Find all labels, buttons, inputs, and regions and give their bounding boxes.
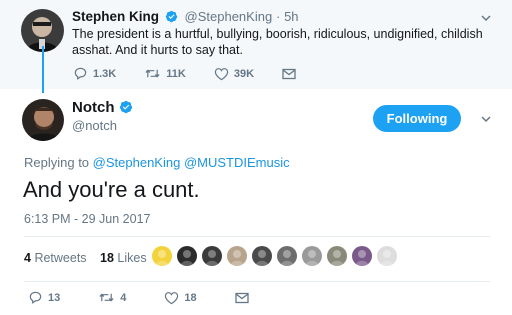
liker-avatar[interactable] (277, 246, 297, 266)
heart-icon (165, 291, 179, 304)
retweets-stat-label: Retweets (34, 251, 87, 265)
envelope-icon (234, 292, 249, 303)
like-count: 39K (233, 67, 255, 80)
liker-avatar[interactable] (177, 246, 197, 266)
liker-avatar[interactable] (227, 246, 247, 266)
reply-icon (74, 67, 87, 80)
likes-stat[interactable]: 18 Likes (100, 251, 147, 265)
mention-link-mustdiemusic[interactable]: @MUSTDIEmusic (184, 155, 290, 170)
author-handle[interactable]: @StephenKing (185, 9, 273, 24)
reply-count: 13 (48, 291, 61, 304)
retweet-icon (145, 69, 160, 78)
likes-stat-count: 18 (100, 251, 114, 265)
retweet-count: 4 (120, 291, 127, 304)
direct-message-button[interactable] (234, 292, 249, 304)
main-author-name-text[interactable]: Notch (72, 99, 115, 116)
heart-icon (214, 67, 229, 80)
retweet-button[interactable]: 11K (144, 66, 186, 81)
liker-avatar[interactable] (377, 246, 397, 266)
mention-link-stephenking[interactable]: @StephenKing (93, 155, 181, 170)
likers-avatar-row (152, 246, 402, 266)
retweet-count: 11K (166, 67, 186, 80)
parent-tweet-actions: 1.3K 11K 39K (73, 66, 324, 81)
retweet-icon (99, 293, 114, 302)
retweet-button[interactable]: 4 (98, 290, 126, 305)
like-button[interactable]: 18 (164, 291, 197, 305)
retweets-stat-count: 4 (24, 251, 31, 265)
notch-avatar[interactable] (22, 99, 64, 141)
parent-tweet-header: Stephen King @StephenKing · 5h (72, 9, 299, 25)
like-count: 18 (184, 291, 197, 304)
envelope-icon (282, 68, 296, 79)
liker-avatar[interactable] (252, 246, 272, 266)
following-button[interactable]: Following (373, 105, 461, 132)
liker-avatar[interactable] (352, 246, 372, 266)
divider (24, 281, 490, 282)
main-tweet-actions: 13 4 18 (28, 290, 287, 305)
main-tweet-text: And you're a cunt. (23, 177, 200, 202)
like-button[interactable]: 39K (214, 67, 254, 81)
liker-avatar[interactable] (202, 246, 222, 266)
verified-badge-icon (119, 100, 132, 114)
tweet-time[interactable]: 5h (284, 9, 298, 24)
likes-stat-label: Likes (117, 251, 147, 265)
chevron-down-icon[interactable] (480, 113, 492, 125)
parent-tweet-text: The president is a hurtful, bullying, bo… (72, 27, 483, 57)
thread-connector-line (42, 46, 44, 93)
main-author-handle[interactable]: @notch (72, 118, 117, 133)
main-author-name[interactable]: Notch (72, 99, 136, 117)
author-name[interactable]: Stephen King (72, 9, 159, 24)
reply-button[interactable]: 13 (28, 290, 60, 305)
replying-to-line: Replying to @StephenKing @MUSTDIEmusic (24, 155, 290, 170)
retweets-stat[interactable]: 4 Retweets (24, 251, 87, 265)
reply-button[interactable]: 1.3K (73, 66, 116, 81)
separator-dot: · (275, 9, 281, 24)
chevron-down-icon[interactable] (480, 12, 492, 24)
parent-tweet[interactable]: Stephen King @StephenKing · 5h The presi… (0, 0, 512, 89)
reply-icon (29, 291, 42, 304)
reply-count: 1.3K (93, 67, 117, 80)
liker-avatar[interactable] (152, 246, 172, 266)
tweet-stats: 4 Retweets 18 Likes (24, 251, 157, 265)
replying-to-prefix: Replying to (24, 155, 90, 170)
divider (24, 236, 490, 237)
tweet-timestamp[interactable]: 6:13 PM - 29 Jun 2017 (24, 212, 150, 226)
liker-avatar[interactable] (302, 246, 322, 266)
direct-message-button[interactable] (282, 68, 296, 80)
verified-badge-icon (165, 10, 177, 23)
liker-avatar[interactable] (327, 246, 347, 266)
